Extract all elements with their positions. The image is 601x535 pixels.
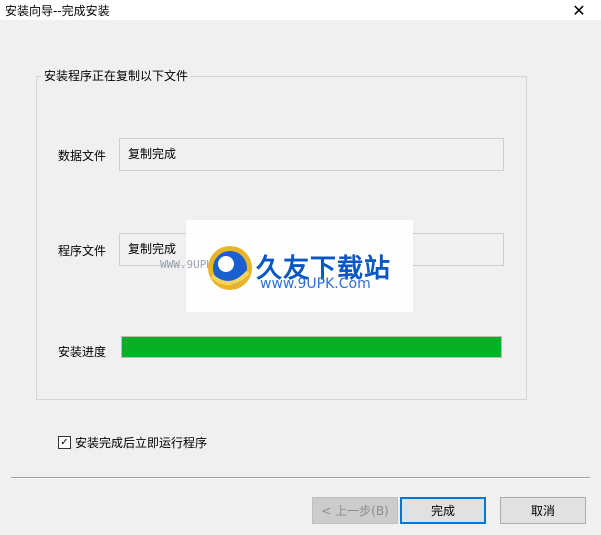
group-title: 安装程序正在复制以下文件 xyxy=(42,67,191,84)
run-after-install-label: 安装完成后立即运行程序 xyxy=(75,436,208,450)
run-after-install-checkbox[interactable]: ✓ xyxy=(58,436,71,449)
install-progress-fill xyxy=(122,337,501,357)
data-files-status-field: 复制完成 xyxy=(119,138,504,171)
finish-button[interactable]: 完成 xyxy=(400,497,486,524)
watermark-overlay: WWW.9UPK.COM 久友下载站 www.9UPK.Com xyxy=(160,220,413,312)
program-files-label: 程序文件 xyxy=(58,244,107,258)
watermark-logo-icon xyxy=(208,246,252,290)
window-title: 安装向导--完成安装 xyxy=(5,4,110,18)
title-bar: 安装向导--完成安装 ✕ xyxy=(0,0,601,20)
data-files-label: 数据文件 xyxy=(58,149,107,163)
watermark-url: www.9UPK.Com xyxy=(260,276,371,292)
install-progress-bar xyxy=(121,336,502,358)
install-progress-label: 安装进度 xyxy=(58,345,107,359)
back-button[interactable]: < 上一步(B) xyxy=(312,497,398,524)
close-icon: ✕ xyxy=(572,0,586,20)
close-button[interactable]: ✕ xyxy=(557,0,601,20)
button-separator xyxy=(11,477,590,479)
check-icon: ✓ xyxy=(60,436,69,448)
cancel-button[interactable]: 取消 xyxy=(500,497,586,524)
run-after-install-option[interactable]: ✓ 安装完成后立即运行程序 xyxy=(58,434,207,451)
